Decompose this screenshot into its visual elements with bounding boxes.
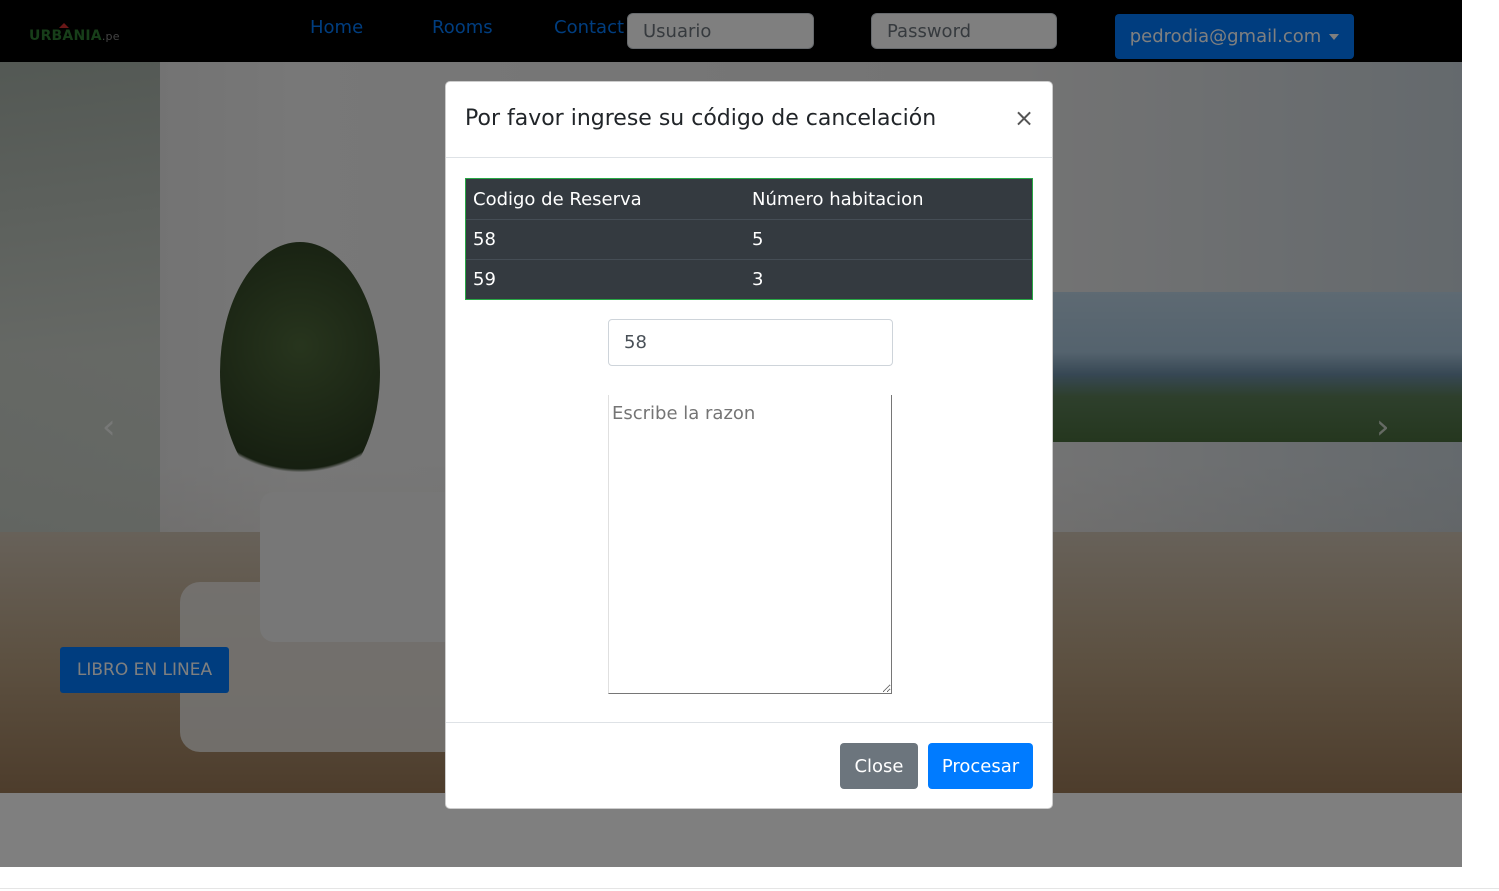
- close-icon[interactable]: ×: [1014, 106, 1034, 130]
- close-button[interactable]: Close: [840, 743, 918, 789]
- process-button[interactable]: Procesar: [928, 743, 1033, 789]
- table-row: 59 3: [466, 259, 1032, 299]
- cell-room: 5: [752, 229, 764, 250]
- cell-room: 3: [752, 269, 764, 290]
- column-header-room: Número habitacion: [752, 188, 924, 210]
- reservations-table: Codigo de Reserva Número habitacion 58 5…: [465, 178, 1033, 300]
- divider: [0, 888, 1499, 889]
- cell-code: 58: [473, 229, 496, 250]
- reason-textarea[interactable]: [608, 395, 892, 694]
- column-header-code: Codigo de Reserva: [473, 188, 642, 210]
- cell-code: 59: [473, 269, 496, 290]
- modal-header: Por favor ingrese su código de cancelaci…: [446, 82, 1052, 158]
- cancel-reservation-modal: Por favor ingrese su código de cancelaci…: [445, 81, 1053, 809]
- table-header-row: Codigo de Reserva Número habitacion: [466, 179, 1032, 219]
- modal-title: Por favor ingrese su código de cancelaci…: [465, 106, 937, 131]
- modal-footer: Close Procesar: [446, 722, 1052, 808]
- table-row: 58 5: [466, 219, 1032, 259]
- cancellation-code-input[interactable]: [608, 319, 893, 366]
